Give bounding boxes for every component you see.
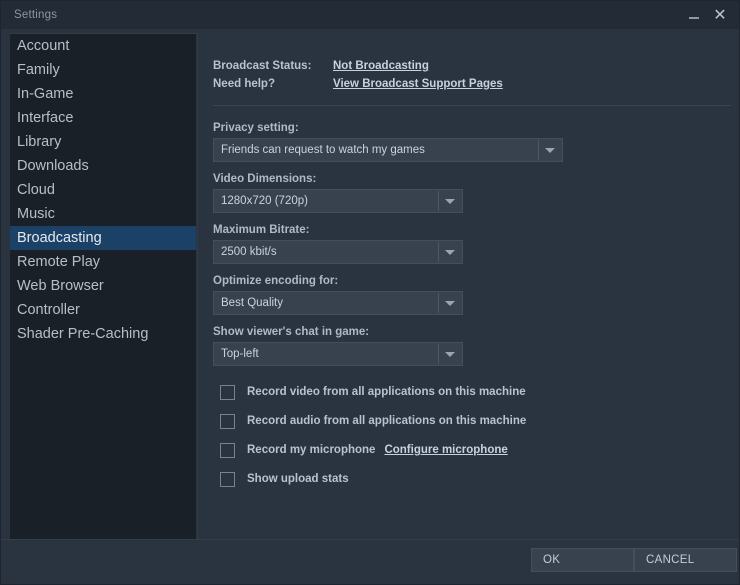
record-audio-checkbox[interactable] (220, 413, 235, 429)
window-title: Settings (14, 9, 58, 21)
settings-window: Settings ✕ Account Family In-Game Interf… (0, 0, 740, 585)
sidebar-item-shader-pre-caching[interactable]: Shader Pre-Caching (10, 322, 196, 346)
show-upload-stats-checkbox-row[interactable]: Show upload stats (220, 470, 349, 488)
need-help-label: Need help? (213, 78, 275, 90)
cancel-button[interactable]: CANCEL (634, 548, 737, 572)
record-video-label: Record video from all applications on th… (247, 386, 526, 398)
privacy-setting-field: Privacy setting: Friends can request to … (213, 122, 563, 162)
sidebar-item-controller[interactable]: Controller (10, 298, 196, 322)
broadcast-status-row: Broadcast Status: Not Broadcasting (213, 60, 503, 78)
sidebar-item-library[interactable]: Library (10, 130, 196, 154)
dialog-footer: OK CANCEL (1, 539, 739, 584)
maximum-bitrate-field: Maximum Bitrate: 2500 kbit/s (213, 224, 463, 264)
maximum-bitrate-dropdown[interactable]: 2500 kbit/s (213, 240, 463, 264)
sidebar-divider (197, 33, 198, 541)
title-bar: Settings ✕ (1, 1, 739, 29)
maximum-bitrate-value: 2500 kbit/s (221, 246, 277, 258)
sidebar-item-interface[interactable]: Interface (10, 106, 196, 130)
record-audio-label: Record audio from all applications on th… (247, 415, 527, 427)
close-button[interactable]: ✕ (707, 2, 733, 28)
chat-position-value: Top-left (221, 348, 259, 360)
dialog-body: Account Family In-Game Interface Library… (1, 29, 739, 541)
optimize-encoding-dropdown[interactable]: Best Quality (213, 291, 463, 315)
minimize-icon (689, 17, 699, 19)
record-microphone-checkbox[interactable] (220, 442, 235, 458)
settings-sidebar: Account Family In-Game Interface Library… (10, 33, 196, 541)
sidebar-item-downloads[interactable]: Downloads (10, 154, 196, 178)
privacy-setting-value: Friends can request to watch my games (221, 144, 425, 156)
chevron-down-icon (438, 242, 461, 262)
broadcast-status-link[interactable]: Not Broadcasting (333, 60, 429, 72)
broadcast-support-link[interactable]: View Broadcast Support Pages (333, 78, 503, 90)
video-dimensions-field: Video Dimensions: 1280x720 (720p) (213, 173, 463, 213)
record-video-checkbox[interactable] (220, 384, 235, 400)
sidebar-item-account[interactable]: Account (10, 34, 196, 58)
sidebar-item-web-browser[interactable]: Web Browser (10, 274, 196, 298)
close-icon: ✕ (713, 5, 727, 24)
chevron-down-icon (438, 191, 461, 211)
chevron-down-icon (538, 140, 561, 160)
video-dimensions-label: Video Dimensions: (213, 173, 317, 185)
section-divider (213, 105, 731, 106)
configure-microphone-link[interactable]: Configure microphone (384, 444, 507, 456)
privacy-setting-dropdown[interactable]: Friends can request to watch my games (213, 138, 563, 162)
chat-position-field: Show viewer's chat in game: Top-left (213, 326, 463, 366)
sidebar-item-in-game[interactable]: In-Game (10, 82, 196, 106)
sidebar-item-cloud[interactable]: Cloud (10, 178, 196, 202)
optimize-encoding-label: Optimize encoding for: (213, 275, 339, 287)
broadcasting-settings-panel: Broadcast Status: Not Broadcasting Need … (206, 29, 739, 539)
optimize-encoding-field: Optimize encoding for: Best Quality (213, 275, 463, 315)
record-microphone-label: Record my microphone (247, 444, 376, 456)
optimize-encoding-value: Best Quality (221, 297, 283, 309)
show-upload-stats-label: Show upload stats (247, 473, 349, 485)
record-audio-checkbox-row[interactable]: Record audio from all applications on th… (220, 412, 526, 430)
broadcast-status-label: Broadcast Status: (213, 60, 312, 72)
chevron-down-icon (438, 344, 461, 364)
record-microphone-checkbox-row[interactable]: Record my microphone Configure microphon… (220, 441, 508, 459)
sidebar-item-family[interactable]: Family (10, 58, 196, 82)
record-video-checkbox-row[interactable]: Record video from all applications on th… (220, 383, 526, 401)
maximum-bitrate-label: Maximum Bitrate: (213, 224, 310, 236)
sidebar-item-broadcasting[interactable]: Broadcasting (10, 226, 196, 250)
video-dimensions-value: 1280x720 (720p) (221, 195, 308, 207)
need-help-row: Need help? View Broadcast Support Pages (213, 78, 503, 96)
privacy-setting-label: Privacy setting: (213, 122, 299, 134)
minimize-button[interactable] (681, 2, 707, 28)
sidebar-item-music[interactable]: Music (10, 202, 196, 226)
sidebar-item-remote-play[interactable]: Remote Play (10, 250, 196, 274)
chevron-down-icon (438, 293, 461, 313)
ok-button[interactable]: OK (531, 548, 634, 572)
video-dimensions-dropdown[interactable]: 1280x720 (720p) (213, 189, 463, 213)
chat-position-dropdown[interactable]: Top-left (213, 342, 463, 366)
chat-position-label: Show viewer's chat in game: (213, 326, 370, 338)
broadcast-status-group: Broadcast Status: Not Broadcasting Need … (213, 60, 503, 96)
window-controls: ✕ (681, 1, 733, 29)
show-upload-stats-checkbox[interactable] (220, 471, 235, 487)
